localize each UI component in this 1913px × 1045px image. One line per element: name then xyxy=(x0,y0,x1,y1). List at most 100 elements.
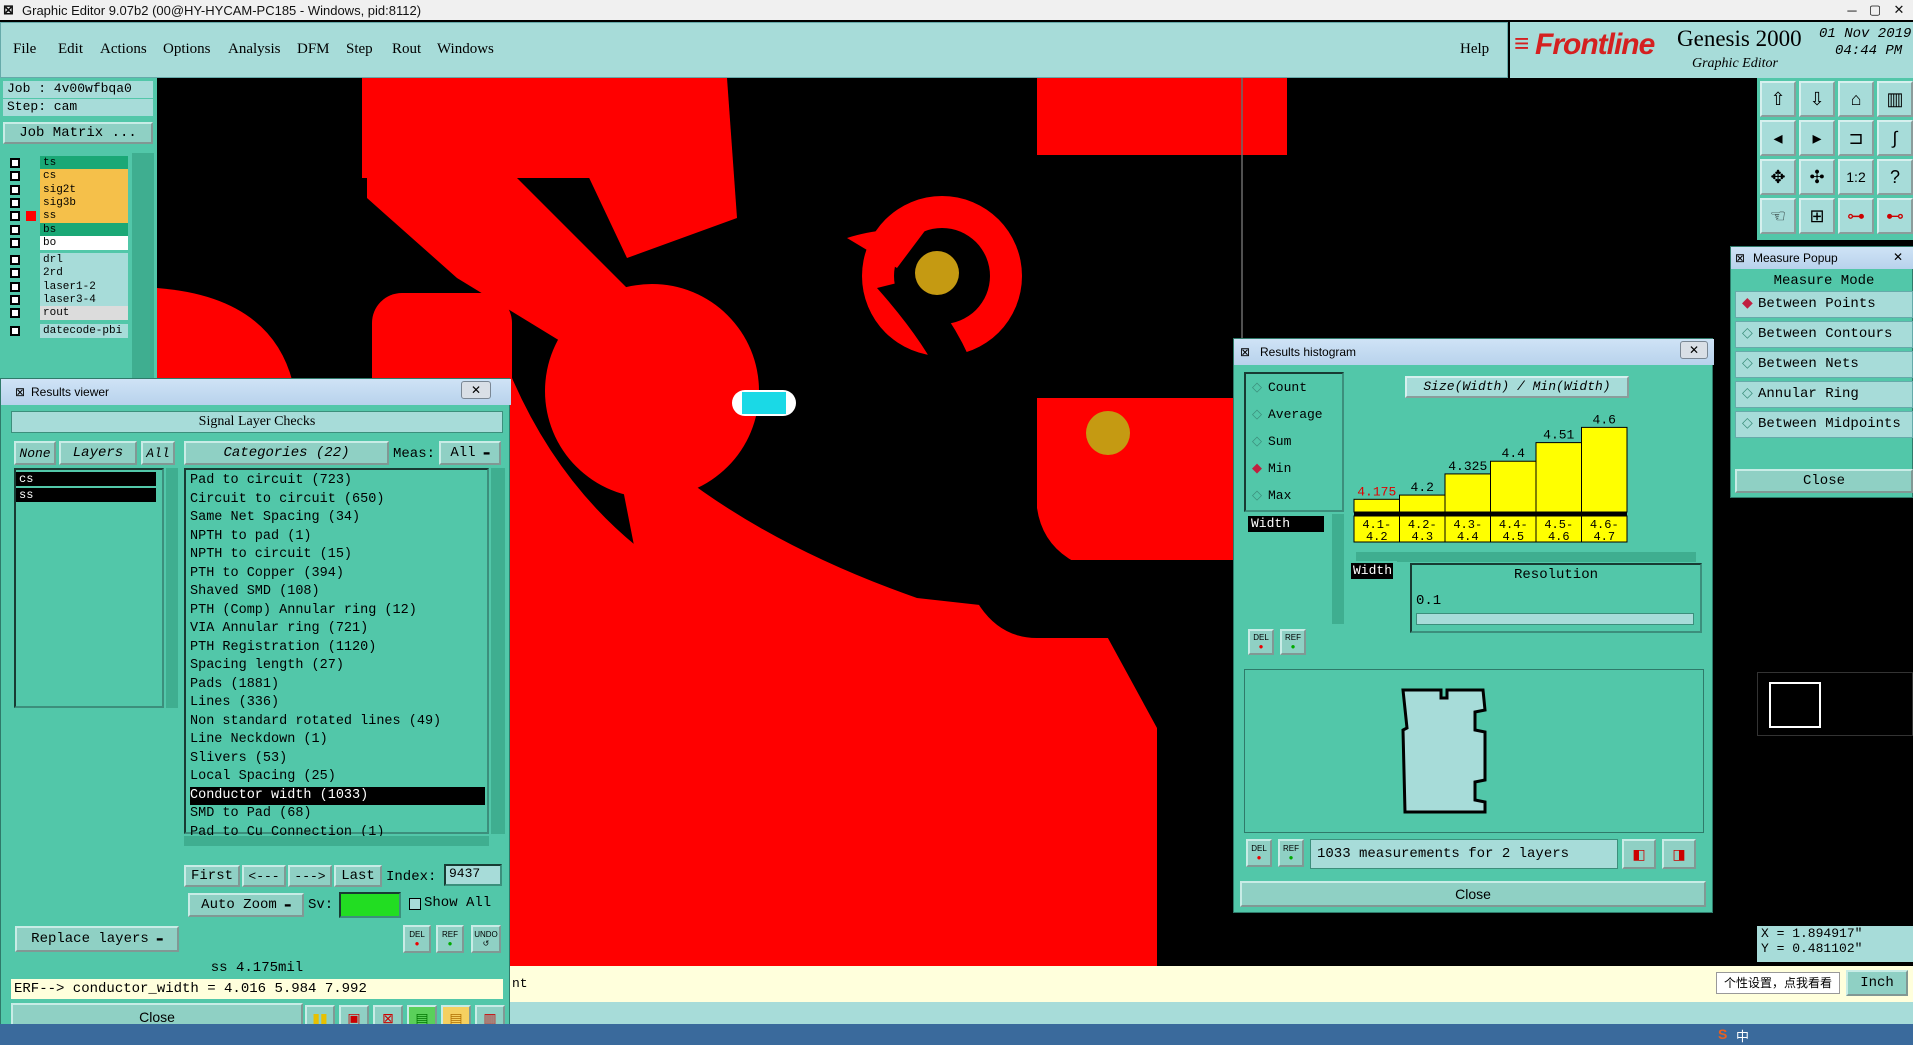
undo-button[interactable]: UNDO ↺ xyxy=(471,925,501,953)
show-all-checkbox[interactable] xyxy=(409,898,421,910)
layers-button[interactable]: Layers xyxy=(59,441,137,465)
resolution-slider[interactable] xyxy=(1416,613,1694,625)
layer-row[interactable]: bs xyxy=(6,222,128,237)
category-item[interactable]: Circuit to circuit (650) xyxy=(190,491,485,509)
fit-icon[interactable]: ✥ xyxy=(1760,159,1796,195)
category-item[interactable]: Local Spacing (25) xyxy=(190,768,485,786)
layer-row[interactable]: bo xyxy=(6,235,128,250)
category-item[interactable]: Pad to circuit (723) xyxy=(190,472,485,490)
layer-list-scrollbar[interactable] xyxy=(166,468,178,708)
scale-icon[interactable]: 1:2 xyxy=(1838,159,1874,195)
menu-actions[interactable]: Actions xyxy=(100,41,147,58)
layer-scrollbar[interactable] xyxy=(132,153,154,378)
category-item[interactable]: VIA Annular ring (721) xyxy=(190,620,485,638)
all-button[interactable]: All xyxy=(141,441,175,465)
last-button[interactable]: Last xyxy=(334,865,382,887)
menu-help[interactable]: Help xyxy=(1460,41,1489,58)
layer-row[interactable]: drl xyxy=(6,253,128,268)
measure-mode-option[interactable]: ◇ Between Contours xyxy=(1735,321,1913,348)
layer-checkbox[interactable] xyxy=(10,237,20,248)
layer-row[interactable]: cs xyxy=(6,169,128,184)
list-item[interactable]: Width xyxy=(1248,516,1324,532)
cursor-icon[interactable]: ☜ xyxy=(1760,198,1796,234)
zoom-back-icon[interactable]: ⇩ xyxy=(1799,81,1835,117)
category-item[interactable]: Lines (336) xyxy=(190,694,485,712)
close-window-button[interactable]: ✕ xyxy=(1885,0,1913,20)
histogram-bar[interactable] xyxy=(1399,494,1446,513)
measure-mode-option[interactable]: ◇ Between Nets xyxy=(1735,351,1913,378)
menu-analysis[interactable]: Analysis xyxy=(228,41,281,58)
menu-step[interactable]: Step xyxy=(346,41,373,58)
home-icon[interactable]: ⌂ xyxy=(1838,81,1874,117)
layer-checkbox[interactable] xyxy=(10,184,20,195)
zoom-prev-icon[interactable]: ◧ xyxy=(1622,839,1656,869)
close-measure-button[interactable]: Close xyxy=(1735,469,1913,493)
next-button[interactable]: ---> xyxy=(288,865,332,887)
layer-results-list[interactable]: cs ss xyxy=(14,468,164,708)
menu-dfm[interactable]: DFM xyxy=(297,41,330,58)
layer-checkbox[interactable] xyxy=(10,171,20,182)
categories-scrollbar[interactable] xyxy=(491,468,505,834)
categories-hscrollbar[interactable] xyxy=(184,836,489,846)
layer-row[interactable]: ts xyxy=(6,156,128,170)
center-icon[interactable]: ✣ xyxy=(1799,159,1835,195)
category-item[interactable]: Pads (1881) xyxy=(190,676,485,694)
category-item[interactable]: NPTH to pad (1) xyxy=(190,528,485,546)
list-item[interactable]: cs xyxy=(16,472,156,486)
close-icon[interactable]: ✕ xyxy=(1893,250,1903,264)
mode-option[interactable]: ◇ Max xyxy=(1252,488,1291,503)
minimap[interactable] xyxy=(1757,672,1913,736)
layer-row[interactable]: ss xyxy=(6,209,128,224)
measure-mode-option[interactable]: ◇ Between Midpoints xyxy=(1735,411,1913,438)
zoom-home-icon[interactable]: ⇧ xyxy=(1760,81,1796,117)
category-item[interactable]: PTH Registration (1120) xyxy=(190,639,485,657)
layer-checkbox[interactable] xyxy=(10,211,20,222)
layer-checkbox[interactable] xyxy=(10,268,20,279)
ime-mode[interactable]: 中 xyxy=(1736,1026,1749,1045)
close-icon[interactable]: ✕ xyxy=(461,381,491,399)
category-item[interactable]: Same Net Spacing (34) xyxy=(190,509,485,527)
layer-row[interactable]: datecode-pbi xyxy=(6,323,128,338)
menu-edit[interactable]: Edit xyxy=(58,41,83,58)
snap-icon[interactable]: ⊐ xyxy=(1838,120,1874,156)
ref-button[interactable]: REF ● xyxy=(1278,839,1304,867)
close-icon[interactable]: ✕ xyxy=(1680,341,1708,359)
measure-net-icon[interactable]: ⊷ xyxy=(1877,198,1913,234)
measure-icon[interactable]: ⊶ xyxy=(1838,198,1874,234)
category-item[interactable]: PTH to Copper (394) xyxy=(190,565,485,583)
menu-file[interactable]: File xyxy=(13,41,36,58)
pan-right-icon[interactable]: ▸ xyxy=(1799,120,1835,156)
chart-hscrollbar[interactable] xyxy=(1356,552,1696,562)
layer-checkbox[interactable] xyxy=(10,308,20,319)
meas-dropdown[interactable]: All ▬ xyxy=(439,441,501,465)
histogram-bar[interactable] xyxy=(1353,498,1400,513)
attr-scrollbar[interactable] xyxy=(1332,514,1344,624)
category-item[interactable]: SMD to Pad (68) xyxy=(190,805,485,823)
layer-row[interactable]: sig2t xyxy=(6,182,128,197)
histogram-bar[interactable] xyxy=(1581,426,1628,513)
menu-rout[interactable]: Rout xyxy=(392,41,421,58)
layer-checkbox[interactable] xyxy=(10,224,20,235)
layer-checkbox[interactable] xyxy=(10,197,20,208)
menu-options[interactable]: Options xyxy=(163,41,211,58)
layer-checkbox[interactable] xyxy=(10,158,20,168)
layer-row[interactable]: 2rd xyxy=(6,266,128,281)
auto-zoom-dropdown[interactable]: Auto Zoom ▬ xyxy=(188,893,304,917)
del-button[interactable]: DEL ● xyxy=(403,925,431,953)
histogram-bar[interactable] xyxy=(1444,473,1491,513)
layer-checkbox[interactable] xyxy=(10,281,20,292)
histogram-bar[interactable] xyxy=(1490,460,1537,513)
measure-mode-option[interactable]: ◇ Annular Ring xyxy=(1735,381,1913,408)
index-input[interactable]: 9437 xyxy=(444,864,502,886)
sv-color-dropdown[interactable] xyxy=(339,892,401,918)
list-item[interactable]: Width xyxy=(1351,563,1393,579)
layer-checkbox[interactable] xyxy=(10,325,20,336)
category-item[interactable]: Slivers (53) xyxy=(190,750,485,768)
ref-button[interactable]: REF ● xyxy=(1280,629,1306,655)
step-icon[interactable]: ∫ xyxy=(1877,120,1913,156)
del-button[interactable]: DEL ● xyxy=(1246,839,1272,867)
grid-icon[interactable]: ⊞ xyxy=(1799,198,1835,234)
replace-layers-button[interactable]: Replace layers ▬ xyxy=(15,926,179,952)
layer-checkbox[interactable] xyxy=(10,295,20,305)
layer-row[interactable]: laser3-4 xyxy=(6,293,128,307)
